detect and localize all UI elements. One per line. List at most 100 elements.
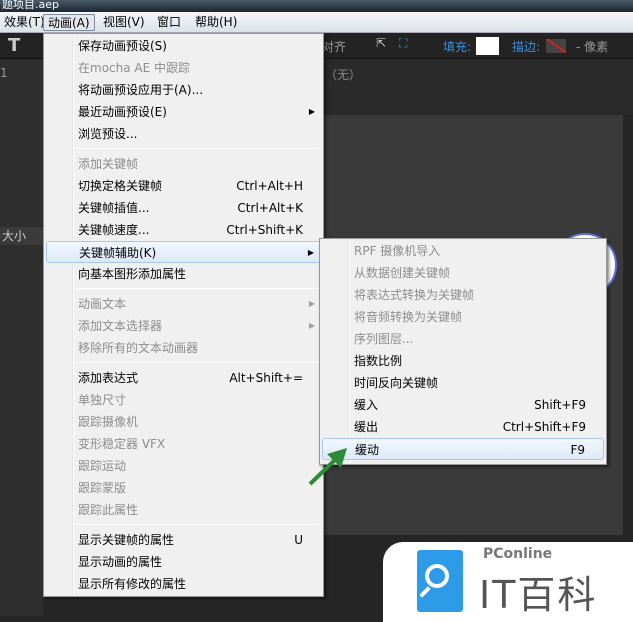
menu-item-shortcut: Shift+F9 — [534, 398, 586, 412]
menu-item-label: 移除所有的文本动画器 — [78, 341, 199, 355]
menu-item[interactable]: 关键帧速度... Ctrl+Shift+K — [46, 219, 321, 241]
menu-item-label: RPF 摄像机导入 — [354, 244, 441, 258]
top-panel: （无） — [323, 60, 633, 115]
menu-effects[interactable]: 效果(T) — [0, 14, 49, 31]
menu-item-label: 单独尺寸 — [78, 393, 127, 407]
menu-item-label: 切换定格关键帧 — [78, 179, 163, 193]
menu-item[interactable]: 添加表达式 Alt+Shift+= — [46, 367, 321, 389]
menu-item: 序列图层... — [322, 328, 604, 350]
menu-item-shortcut: Ctrl+Shift+K — [226, 223, 303, 237]
text-tool-icon[interactable]: T — [8, 35, 20, 56]
menu-item-shortcut: U — [294, 533, 303, 547]
fill-label: 填充: — [443, 40, 472, 54]
menu-item-label: 缓入 — [354, 398, 379, 412]
menubar: 效果(T) 动画(A) 视图(V) 窗口 帮助(H) — [0, 12, 633, 33]
pointer-arrow-icon — [308, 448, 347, 486]
menu-help[interactable]: 帮助(H) — [191, 14, 241, 31]
left-panel: 1 大小 — [0, 60, 43, 616]
menu-item-shortcut: Ctrl+Shift+F9 — [502, 420, 586, 434]
menu-item-shortcut: F9 — [570, 443, 585, 457]
menu-item-label: 缓动 — [355, 443, 380, 457]
menu-item-label: 缓出 — [354, 420, 379, 434]
menu-item[interactable]: 保存动画预设(S) — [46, 35, 321, 57]
menu-window[interactable]: 窗口 — [153, 14, 185, 31]
menu-item-label: 序列图层... — [354, 332, 414, 346]
snap-icon[interactable]: ⇱ — [376, 36, 386, 50]
magnifier-logo-icon — [417, 550, 463, 612]
menu-item: 动画文本 ▶ — [46, 293, 321, 315]
menu-item: 从数据创建关键帧 — [322, 262, 604, 284]
stroke-swatch[interactable] — [544, 37, 568, 55]
menu-item-label: 跟踪摄像机 — [78, 415, 139, 429]
menu-item-label: 关键帧速度... — [78, 223, 150, 237]
menu-item: 移除所有的文本动画器 — [46, 337, 321, 359]
menu-item-label: 关键帧辅助(K) — [79, 246, 157, 260]
menu-animation[interactable]: 动画(A) — [43, 14, 95, 31]
menu-item[interactable]: 缓动 F9 — [322, 438, 604, 460]
menu-view[interactable]: 视图(V) — [99, 14, 149, 31]
menu-item[interactable]: 指数比例 — [322, 350, 604, 372]
menu-item-label: 显示动画的属性 — [78, 555, 163, 569]
menu-item[interactable]: 时间反向关键帧 — [322, 372, 604, 394]
menu-item-label: 关键帧插值... — [78, 201, 150, 215]
menu-item: 添加文本选择器 ▶ — [46, 315, 321, 337]
menu-item-label: 向基本图形添加属性 — [78, 267, 187, 281]
menu-item-label: 时间反向关键帧 — [354, 376, 439, 390]
pconline-watermark: PConline IT百科 — [383, 542, 633, 622]
animation-menu: 保存动画预设(S) 在mocha AE 中跟踪 将动画预设应用于(A)... 最近动画… — [43, 33, 324, 597]
menu-item-label: 将表达式转换为关键帧 — [354, 288, 475, 302]
menu-item-label: 显示所有修改的属性 — [78, 577, 187, 591]
panel-number: 1 — [0, 66, 8, 80]
menu-item: 添加关键帧 — [46, 153, 321, 175]
keyframe-assistant-submenu: RPF 摄像机导入 从数据创建关键帧将表达式转换为关键帧 将音频转换为关键帧 序列图层… — [319, 238, 607, 465]
menu-item-shortcut: Alt+Shift+= — [229, 371, 303, 385]
stroke-label: 描边: — [512, 40, 541, 54]
menu-item[interactable]: 最近动画预设(E) ▶ — [46, 101, 321, 123]
menu-separator — [76, 362, 319, 363]
menu-item-label: 指数比例 — [354, 354, 403, 368]
menu-item[interactable]: 显示关键帧的属性 U — [46, 529, 321, 551]
menu-item[interactable]: 显示动画的属性 — [46, 551, 321, 573]
menu-item-label: 跟踪此属性 — [78, 503, 139, 517]
menu-item[interactable]: 缓入 Shift+F9 — [322, 394, 604, 416]
menu-item: 跟踪摄像机 — [46, 411, 321, 433]
menu-item[interactable]: 关键帧辅助(K) ▶ — [46, 241, 321, 263]
brand-text: PConline — [483, 546, 553, 562]
fill-swatch[interactable] — [476, 37, 499, 55]
size-label: 大小 — [0, 227, 43, 245]
align-label: 对齐 — [322, 40, 347, 54]
menu-item[interactable]: 浏览预设... — [46, 123, 321, 145]
menu-item-label: 显示关键帧的属性 — [78, 533, 175, 547]
menu-item-label: 将动画预设应用于(A)... — [78, 83, 204, 97]
menu-item-label: 添加表达式 — [78, 371, 139, 385]
menu-item-label: 动画文本 — [78, 297, 127, 311]
menu-item: 跟踪蒙版 — [46, 477, 321, 499]
menu-separator — [76, 524, 319, 525]
menu-item-label: 跟踪蒙版 — [78, 481, 127, 495]
menu-item[interactable]: 切换定格关键帧 Ctrl+Alt+H — [46, 175, 321, 197]
menu-item[interactable]: 将动画预设应用于(A)... — [46, 79, 321, 101]
submenu-arrow-icon: ▶ — [308, 299, 315, 308]
menu-item[interactable]: 关键帧插值... Ctrl+Alt+K — [46, 197, 321, 219]
menu-item-label: 跟踪运动 — [78, 459, 127, 473]
menu-item: 将表达式转换为关键帧 — [322, 284, 604, 306]
menu-item-label: 保存动画预设(S) — [78, 39, 167, 53]
menu-item: 变形稳定器 VFX — [46, 433, 321, 455]
menu-item-label: 在mocha AE 中跟踪 — [78, 61, 191, 75]
window-title: 题项目.aep — [0, 0, 633, 12]
pixel-label: - 像素 — [576, 40, 609, 54]
menu-item-label: 从数据创建关键帧 — [354, 266, 451, 280]
menu-item-label: 变形稳定器 VFX — [78, 437, 166, 451]
menu-item[interactable]: 显示所有修改的属性 — [46, 573, 321, 595]
menu-item: 单独尺寸 — [46, 389, 321, 411]
menu-item-shortcut: Ctrl+Alt+H — [236, 179, 303, 193]
site-name: IT百科 — [479, 573, 598, 617]
menu-item-label: 将音频转换为关键帧 — [354, 310, 463, 324]
menu-item[interactable]: 向基本图形添加属性 — [46, 263, 321, 285]
frame-icon[interactable]: ⛶ — [399, 36, 407, 51]
menu-item-label: 最近动画预设(E) — [78, 105, 167, 119]
menu-item[interactable]: 缓出 Ctrl+Shift+F9 — [322, 416, 604, 438]
none-label: （无） — [325, 68, 362, 82]
menu-item-label: 添加文本选择器 — [78, 319, 163, 333]
menu-item-label: 添加关键帧 — [78, 157, 139, 171]
